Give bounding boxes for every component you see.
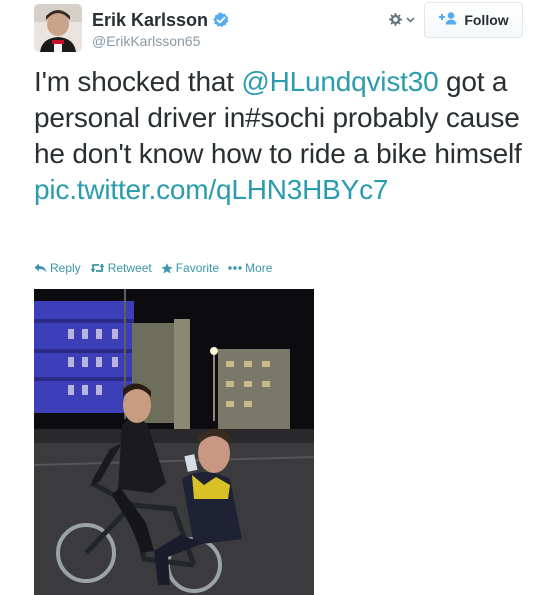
retweet-button[interactable]: Retweet [90, 261, 152, 275]
add-user-icon [438, 11, 458, 30]
pic-link[interactable]: pic.twitter.com/qLHN3HBYc7 [34, 174, 388, 205]
mention-link[interactable]: @HLundqvist30 [241, 66, 438, 97]
reply-label: Reply [50, 261, 81, 275]
verified-badge-icon [213, 12, 229, 28]
user-names: Erik Karlsson @ErikKarlsson65 [92, 10, 229, 49]
user-full-name[interactable]: Erik Karlsson [92, 10, 208, 30]
tweet-text-before: I'm shocked that [34, 66, 242, 97]
user-screen-name[interactable]: @ErikKarlsson65 [92, 33, 229, 49]
more-label: More [245, 261, 273, 275]
reply-icon [34, 263, 47, 273]
retweet-icon [90, 263, 105, 273]
reply-button[interactable]: Reply [34, 261, 81, 275]
star-icon [161, 262, 173, 274]
favorite-label: Favorite [175, 261, 220, 275]
follow-button[interactable]: Follow [424, 2, 523, 38]
user-actions-dropdown[interactable] [387, 12, 415, 28]
chevron-down-icon [406, 17, 415, 23]
more-dots-icon [228, 266, 242, 270]
retweet-label: Retweet [107, 261, 152, 275]
gear-icon [387, 12, 403, 28]
favorite-button[interactable]: Favorite [161, 261, 219, 275]
more-button[interactable]: More [228, 261, 272, 275]
tweet-photo[interactable] [34, 289, 314, 595]
fullname-row: Erik Karlsson [92, 10, 229, 30]
tweet-text: I'm shocked that @HLundqvist30 got a per… [34, 64, 534, 208]
avatar[interactable] [34, 4, 82, 52]
follow-label: Follow [464, 12, 509, 28]
tweet-actions: Reply Retweet Favorite More [34, 261, 281, 275]
tweet-header: Erik Karlsson @ErikKarlsson65 Follow [0, 0, 534, 60]
